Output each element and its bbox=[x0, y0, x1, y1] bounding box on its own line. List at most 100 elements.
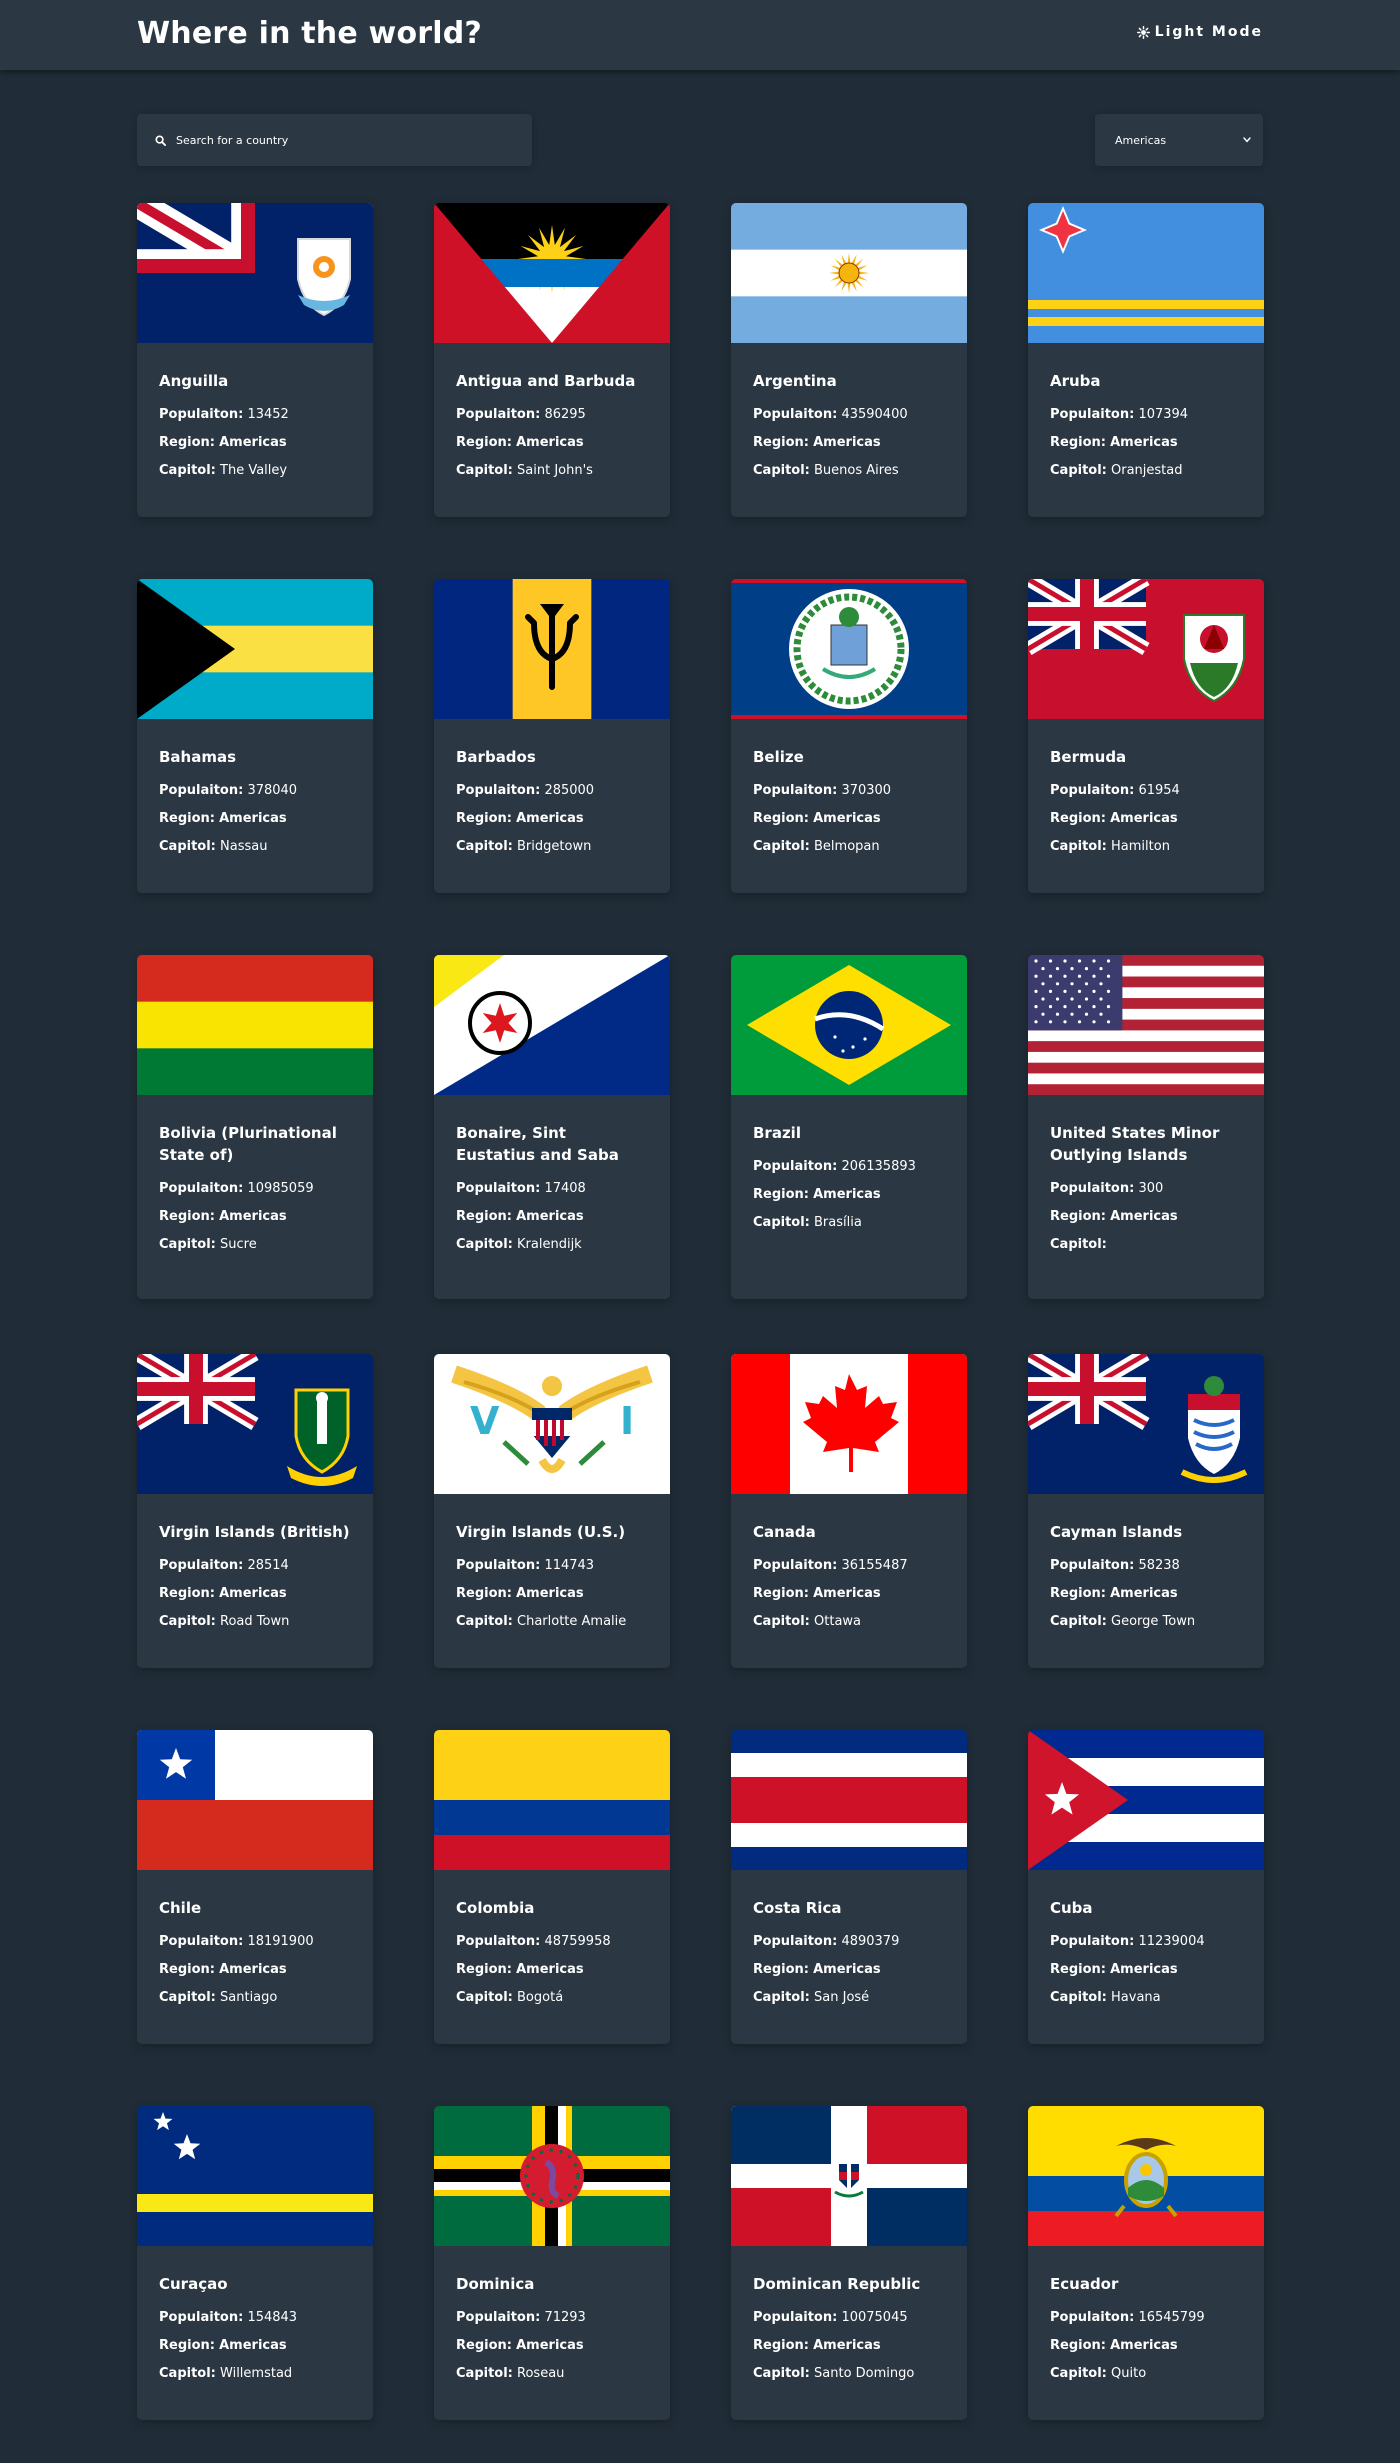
capital-row: Capitol: Havana bbox=[1050, 1990, 1242, 2006]
capital-value: San José bbox=[814, 1990, 870, 2005]
country-name: Dominica bbox=[456, 2275, 535, 2293]
region-row: Region: Americas bbox=[753, 435, 945, 451]
country-card[interactable]: Colombia Populaiton: 48759958 Region: Am… bbox=[434, 1730, 670, 2044]
capital-label: Capitol: bbox=[159, 1614, 216, 1629]
card-body: Brazil Populaiton: 206135893 Region: Ame… bbox=[731, 1095, 967, 1257]
country-flag bbox=[137, 579, 373, 719]
country-card[interactable]: Belize Populaiton: 370300 Region: Americ… bbox=[731, 579, 967, 893]
region-value: Americas bbox=[516, 2338, 584, 2353]
population-label: Populaiton: bbox=[1050, 783, 1135, 798]
country-card[interactable]: Bonaire, Sint Eustatius and Saba Populai… bbox=[434, 955, 670, 1299]
capital-label: Capitol: bbox=[753, 1215, 810, 1230]
population-label: Populaiton: bbox=[159, 2310, 244, 2325]
country-name: Dominican Republic bbox=[753, 2275, 921, 2293]
country-flag bbox=[1028, 2106, 1264, 2246]
capital-value: Nassau bbox=[220, 839, 268, 854]
search-input[interactable] bbox=[176, 133, 496, 147]
region-value: Americas bbox=[219, 1209, 287, 1224]
region-label: Region: bbox=[456, 2338, 512, 2353]
capital-value: Roseau bbox=[517, 2366, 565, 2381]
region-row: Region: Americas bbox=[159, 811, 351, 827]
region-row: Region: Americas bbox=[456, 1962, 648, 1978]
population-label: Populaiton: bbox=[159, 783, 244, 798]
capital-row: Capitol: The Valley bbox=[159, 463, 351, 479]
country-name: Virgin Islands (U.S.) bbox=[456, 1523, 626, 1541]
population-value: 11239004 bbox=[1138, 1934, 1205, 1949]
capital-label: Capitol: bbox=[456, 2366, 513, 2381]
country-flag bbox=[137, 1730, 373, 1870]
search-box[interactable] bbox=[137, 114, 532, 166]
country-card[interactable]: Barbados Populaiton: 285000 Region: Amer… bbox=[434, 579, 670, 893]
population-value: 48759958 bbox=[544, 1934, 611, 1949]
country-card[interactable]: Bermuda Populaiton: 61954 Region: Americ… bbox=[1028, 579, 1264, 893]
country-card[interactable]: Virgin Islands (British) Populaiton: 285… bbox=[137, 1354, 373, 1668]
population-value: 17408 bbox=[544, 1181, 586, 1196]
country-card[interactable]: Curaçao Populaiton: 154843 Region: Ameri… bbox=[137, 2106, 373, 2420]
population-label: Populaiton: bbox=[159, 1934, 244, 1949]
capital-value: Hamilton bbox=[1111, 839, 1170, 854]
population-value: 114743 bbox=[544, 1558, 595, 1573]
region-value: Americas bbox=[516, 1209, 584, 1224]
region-filter-value: Americas bbox=[1115, 133, 1167, 147]
country-card[interactable]: Aruba Populaiton: 107394 Region: America… bbox=[1028, 203, 1264, 517]
region-value: Americas bbox=[1110, 1209, 1178, 1224]
capital-row: Capitol: Bogotá bbox=[456, 1990, 648, 2006]
region-row: Region: Americas bbox=[456, 1209, 648, 1225]
country-card[interactable]: Dominica Populaiton: 71293 Region: Ameri… bbox=[434, 2106, 670, 2420]
region-label: Region: bbox=[159, 1962, 215, 1977]
country-name: Bahamas bbox=[159, 748, 237, 766]
country-card[interactable]: United States Minor Outlying Islands Pop… bbox=[1028, 955, 1264, 1299]
capital-row: Capitol: George Town bbox=[1050, 1614, 1242, 1630]
theme-toggle-button[interactable]: Light Mode bbox=[1136, 24, 1263, 40]
population-value: 10985059 bbox=[247, 1181, 314, 1196]
country-card[interactable]: Bahamas Populaiton: 378040 Region: Ameri… bbox=[137, 579, 373, 893]
region-value: Americas bbox=[1110, 2338, 1178, 2353]
country-name: Ecuador bbox=[1050, 2275, 1119, 2293]
country-card[interactable]: Bolivia (Plurinational State of) Populai… bbox=[137, 955, 373, 1299]
capital-value: Charlotte Amalie bbox=[517, 1614, 627, 1629]
country-card[interactable]: Ecuador Populaiton: 16545799 Region: Ame… bbox=[1028, 2106, 1264, 2420]
country-card[interactable]: V I Virgin Islands (U.S.) Populaiton: 11… bbox=[434, 1354, 670, 1668]
population-row: Populaiton: 285000 bbox=[456, 783, 648, 799]
population-value: 36155487 bbox=[841, 1558, 908, 1573]
card-body: Bolivia (Plurinational State of) Populai… bbox=[137, 1095, 373, 1279]
country-flag bbox=[137, 955, 373, 1095]
capital-label: Capitol: bbox=[159, 463, 216, 478]
country-card[interactable]: Canada Populaiton: 36155487 Region: Amer… bbox=[731, 1354, 967, 1668]
country-card[interactable]: Antigua and Barbuda Populaiton: 86295 Re… bbox=[434, 203, 670, 517]
population-label: Populaiton: bbox=[753, 783, 838, 798]
population-row: Populaiton: 18191900 bbox=[159, 1934, 351, 1950]
country-card[interactable]: Brazil Populaiton: 206135893 Region: Ame… bbox=[731, 955, 967, 1299]
region-row: Region: Americas bbox=[456, 2338, 648, 2354]
capital-value: Santo Domingo bbox=[814, 2366, 915, 2381]
population-label: Populaiton: bbox=[753, 1558, 838, 1573]
card-body: Curaçao Populaiton: 154843 Region: Ameri… bbox=[137, 2246, 373, 2408]
country-flag bbox=[1028, 955, 1264, 1095]
region-row: Region: Americas bbox=[159, 2338, 351, 2354]
country-name: Cayman Islands bbox=[1050, 1523, 1183, 1541]
country-card[interactable]: Chile Populaiton: 18191900 Region: Ameri… bbox=[137, 1730, 373, 2044]
capital-value: Quito bbox=[1111, 2366, 1147, 2381]
capital-row: Capitol: Quito bbox=[1050, 2366, 1242, 2382]
population-value: 58238 bbox=[1138, 1558, 1180, 1573]
region-label: Region: bbox=[753, 1187, 809, 1202]
sun-icon bbox=[1136, 25, 1150, 39]
population-row: Populaiton: 48759958 bbox=[456, 1934, 648, 1950]
country-card[interactable]: Costa Rica Populaiton: 4890379 Region: A… bbox=[731, 1730, 967, 2044]
country-card[interactable]: Dominican Republic Populaiton: 10075045 … bbox=[731, 2106, 967, 2420]
region-filter-dropdown[interactable]: Americas bbox=[1095, 114, 1263, 166]
capital-row: Capitol: Road Town bbox=[159, 1614, 351, 1630]
capital-label: Capitol: bbox=[1050, 1614, 1107, 1629]
country-card[interactable]: Argentina Populaiton: 43590400 Region: A… bbox=[731, 203, 967, 517]
region-label: Region: bbox=[159, 435, 215, 450]
region-label: Region: bbox=[159, 811, 215, 826]
country-card[interactable]: Cayman Islands Populaiton: 58238 Region:… bbox=[1028, 1354, 1264, 1668]
capital-value: Sucre bbox=[220, 1237, 257, 1252]
country-card[interactable]: Cuba Populaiton: 11239004 Region: Americ… bbox=[1028, 1730, 1264, 2044]
population-row: Populaiton: 58238 bbox=[1050, 1558, 1242, 1574]
country-card[interactable]: Anguilla Populaiton: 13452 Region: Ameri… bbox=[137, 203, 373, 517]
capital-value: Havana bbox=[1111, 1990, 1161, 2005]
country-flag bbox=[434, 2106, 670, 2246]
capital-value: Santiago bbox=[220, 1990, 278, 2005]
region-row: Region: Americas bbox=[1050, 1586, 1242, 1602]
